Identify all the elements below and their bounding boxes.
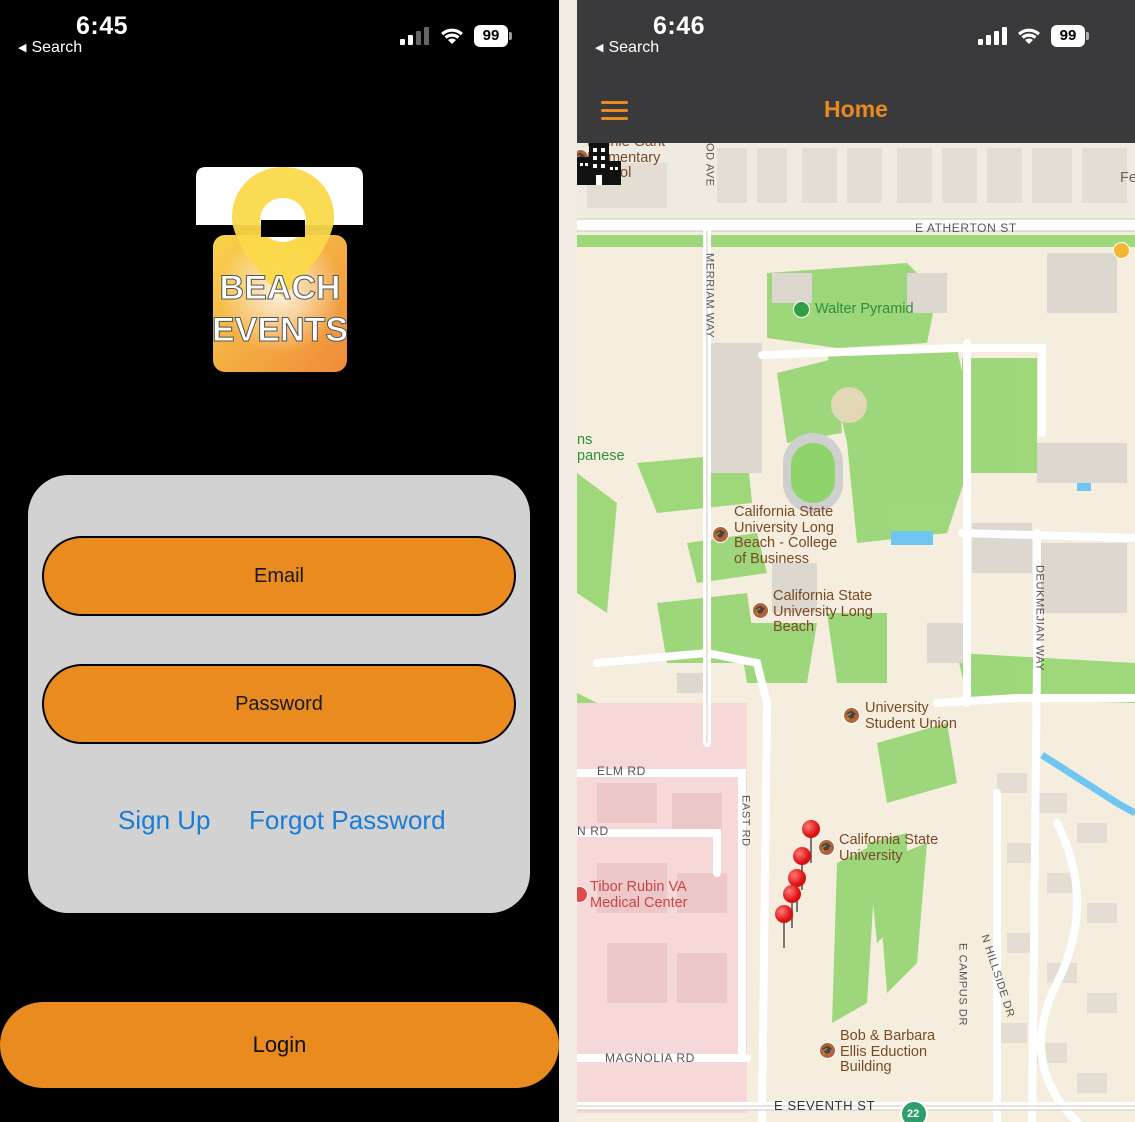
battery-level: 99 (474, 25, 508, 47)
place-student-union[interactable]: University Student Union (865, 700, 957, 732)
back-label: Search (31, 39, 83, 56)
school-icon: 🎓 (818, 839, 835, 856)
road-label-atherton: E ATHERTON ST (915, 221, 1017, 235)
login-button[interactable]: Login (0, 1002, 559, 1088)
place-csulb[interactable]: California State University Long Beach (773, 588, 873, 636)
place-csu[interactable]: California State University (839, 832, 938, 864)
place-college-of-business[interactable]: California State University Long Beach -… (734, 504, 837, 567)
road-label-n-rd: N RD (577, 824, 609, 838)
logo-text-beach: BEACH (220, 269, 341, 307)
login-screen: 6:45 ◀ Search 99 BEACH EVENTS Email Pass… (0, 0, 559, 1122)
email-input[interactable]: Email (42, 536, 516, 616)
road-label-east-rd: EAST RD (739, 795, 752, 847)
sign-up-link[interactable]: Sign Up (118, 805, 211, 836)
top-bar: 6:46 ◀ Search 99 Home (577, 0, 1135, 143)
status-bar: 6:45 ◀ Search 99 (0, 0, 559, 62)
cellular-signal-icon (978, 27, 1007, 45)
back-to-search-link[interactable]: ◀ Search (595, 39, 659, 57)
back-to-search-link[interactable]: ◀ Search (18, 39, 82, 57)
school-icon: 🎓 (712, 526, 729, 543)
status-time: 6:46 (653, 12, 706, 40)
place-fe: Fe (1120, 170, 1135, 186)
road-label-od-ave: OD AVE (703, 143, 716, 187)
back-label: Search (608, 39, 660, 56)
place-japanese-garden[interactable]: ns panese (577, 432, 625, 464)
route-22-shield: 22 (907, 1108, 920, 1120)
pyramid-icon (793, 301, 810, 318)
battery-level: 99 (1051, 25, 1085, 47)
login-form-panel: Email Password Sign Up Forgot Password (28, 475, 530, 913)
place-va-medical-center[interactable]: Tibor Rubin VA Medical Center (590, 879, 688, 911)
road-label-deukmejian: DEUKMEJIAN WAY (1033, 565, 1046, 672)
wifi-icon (441, 28, 463, 44)
building-icon[interactable] (577, 143, 621, 185)
campus-map[interactable]: E ATHERTON ST MERRIAM WAY OD AVE DEUKMEJ… (577, 143, 1135, 1122)
road-label-magnolia: MAGNOLIA RD (605, 1051, 695, 1065)
battery-icon: 99 (1051, 25, 1089, 47)
status-bar: 6:46 ◀ Search 99 (577, 0, 1135, 62)
place-walter-pyramid[interactable]: Walter Pyramid (815, 301, 914, 318)
cellular-signal-icon (400, 27, 429, 45)
back-arrow-icon: ◀ (18, 42, 27, 54)
school-icon: 🎓 (819, 1042, 836, 1059)
back-arrow-icon: ◀ (595, 42, 604, 54)
food-icon (1113, 242, 1130, 259)
place-ellis-building[interactable]: Bob & Barbara Ellis Eduction Building (840, 1028, 935, 1076)
home-screen: 6:46 ◀ Search 99 Home E ATHERTON ST MERR… (577, 0, 1135, 1122)
password-input[interactable]: Password (42, 664, 516, 744)
wifi-icon (1018, 28, 1040, 44)
page-title: Home (824, 96, 888, 122)
road-label-seventh: E SEVENTH ST (774, 1098, 876, 1113)
road-label-merriam: MERRIAM WAY (703, 253, 716, 339)
battery-icon: 99 (474, 25, 512, 47)
beach-events-logo: BEACH EVENTS (196, 167, 363, 372)
road-label-elm: ELM RD (597, 764, 646, 778)
forgot-password-link[interactable]: Forgot Password (249, 805, 446, 836)
event-pin[interactable] (775, 905, 793, 949)
school-icon: 🎓 (843, 707, 860, 724)
status-time: 6:45 (76, 12, 129, 40)
road-label-campus-dr: E CAMPUS DR (956, 943, 969, 1026)
logo-text-events: EVENTS (212, 311, 348, 349)
school-icon: 🎓 (752, 602, 769, 619)
